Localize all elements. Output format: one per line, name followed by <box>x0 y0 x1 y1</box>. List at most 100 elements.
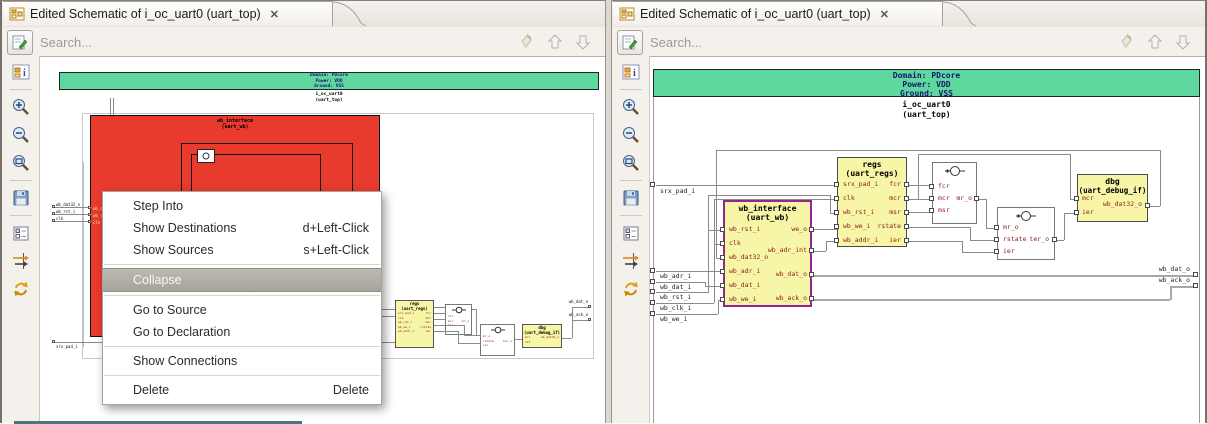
port-label: ier <box>889 236 901 244</box>
block-regs[interactable]: regs (uart_regs) <box>837 157 907 247</box>
refresh-icon <box>13 281 28 297</box>
wire <box>812 299 1170 301</box>
block-dbg-small[interactable]: dbg (uart_debug_if) mcr wb_dat32_o ier <box>522 324 562 348</box>
port-pin <box>650 268 655 273</box>
refresh-button[interactable] <box>9 277 33 301</box>
wire <box>708 195 709 293</box>
buffer-symbol-icon <box>202 152 210 160</box>
tab-bar: Edited Schematic of i_oc_uart0 (uart_top… <box>2 1 605 27</box>
save-button[interactable] <box>9 186 33 210</box>
zoom-fit-button[interactable] <box>9 151 33 175</box>
wire <box>826 241 827 251</box>
menu-item-show-destinations[interactable]: Show Destinations d+Left-Click <box>103 217 381 239</box>
save-icon <box>13 190 28 206</box>
wire <box>656 271 723 272</box>
wire <box>1160 150 1161 206</box>
wire <box>380 316 395 317</box>
port-pin <box>1074 196 1079 201</box>
port-pin <box>650 300 655 305</box>
schematic-tab-icon <box>619 7 635 21</box>
refresh-button[interactable] <box>619 277 643 301</box>
zoom-out-button[interactable] <box>619 123 643 147</box>
tab-edited-schematic[interactable]: Edited Schematic of i_oc_uart0 (uart_top… <box>3 1 333 26</box>
port-pin <box>809 227 814 232</box>
tab-close-icon[interactable]: ✕ <box>880 8 889 21</box>
port-pin <box>904 182 909 187</box>
clear-search-icon[interactable] <box>1115 32 1135 52</box>
schematic-toolbar: i <box>612 56 650 423</box>
port-pin <box>52 205 55 208</box>
tab-title: Edited Schematic of i_oc_uart0 (uart_top… <box>30 7 261 21</box>
menu-item-collapse[interactable]: Collapse <box>103 268 381 292</box>
red-port-label: clk <box>93 220 101 225</box>
symbol-block[interactable] <box>932 162 977 224</box>
wire <box>716 150 717 258</box>
annotate-button[interactable] <box>7 30 33 55</box>
wire <box>962 252 997 253</box>
port-label: we_o <box>791 225 807 233</box>
trace-signals-icon <box>12 253 29 269</box>
port-pin <box>88 213 91 216</box>
menu-item-step-into[interactable]: Step Into <box>103 195 381 217</box>
banner-ground: Ground: VSS <box>314 84 344 89</box>
zoom-fit-button[interactable] <box>619 151 643 175</box>
zoom-in-button[interactable] <box>619 95 643 119</box>
search-prev-icon[interactable] <box>545 32 565 52</box>
tab-edited-schematic[interactable]: Edited Schematic of i_oc_uart0 (uart_top… <box>613 1 943 26</box>
port-label: wb_adr_int <box>767 246 807 254</box>
properties-button[interactable]: i <box>9 60 33 84</box>
save-button[interactable] <box>619 186 643 210</box>
wire <box>708 195 830 196</box>
properties-icon: i <box>622 64 639 80</box>
wire <box>812 251 826 252</box>
options-button[interactable] <box>619 221 643 245</box>
schematic-canvas-right[interactable]: Domain: PDcore Power: VDD Ground: VSS i_… <box>650 56 1205 423</box>
wire <box>572 307 588 308</box>
trace-signals-button[interactable] <box>619 249 643 273</box>
menu-item-show-sources[interactable]: Show Sources s+Left-Click <box>103 239 381 261</box>
options-button[interactable] <box>9 221 33 245</box>
port-pin <box>809 248 814 253</box>
instance-type: (uart_top) <box>315 97 343 103</box>
search-prev-icon[interactable] <box>1145 32 1165 52</box>
toolbar-separator <box>619 180 642 181</box>
port-pin <box>834 238 839 243</box>
menu-item-go-to-source[interactable]: Go to Source <box>103 299 381 321</box>
wire <box>434 331 458 332</box>
port-label: rstate <box>877 222 901 230</box>
wire <box>434 325 464 326</box>
annotate-button[interactable] <box>617 30 643 55</box>
wire <box>918 154 1070 155</box>
zoom-out-button[interactable] <box>9 123 33 147</box>
wire <box>110 98 111 115</box>
port-pin <box>650 289 655 294</box>
port-pin <box>1052 237 1057 242</box>
pane-sash[interactable] <box>605 0 612 423</box>
clear-search-icon[interactable] <box>515 32 535 52</box>
port-pin <box>929 208 934 213</box>
tab-close-icon[interactable]: ✕ <box>270 8 279 21</box>
search-next-icon[interactable] <box>1173 32 1193 52</box>
wire <box>515 339 522 340</box>
menu-item-show-connections[interactable]: Show Connections <box>103 350 381 372</box>
search-input[interactable] <box>648 29 1012 55</box>
menu-separator <box>104 346 380 347</box>
menu-item-go-to-declaration[interactable]: Go to Declaration <box>103 321 381 343</box>
power-domain-banner: Domain: PDcore Power: VDD Ground: VSS <box>59 72 599 90</box>
wire <box>476 335 480 336</box>
zoom-in-button[interactable] <box>9 95 33 119</box>
search-next-icon[interactable] <box>573 32 593 52</box>
search-input[interactable] <box>38 29 402 55</box>
trace-signals-button[interactable] <box>9 249 33 273</box>
port-pin <box>588 305 591 308</box>
zoom-in-icon <box>12 99 29 115</box>
properties-button[interactable]: i <box>619 60 643 84</box>
symbol-block-small[interactable]: mr_o rstate ter_o ier <box>480 324 515 356</box>
wire <box>830 195 831 214</box>
wire <box>380 309 395 310</box>
port-pin <box>1074 210 1079 215</box>
menu-item-delete[interactable]: Delete Delete <box>103 379 381 401</box>
port-pin <box>904 238 909 243</box>
block-regs-small[interactable]: regs (uart_regs) srx_pad_i fcr clk mcr wb_r… <box>395 300 434 348</box>
edge-port-label: wb_adr_i <box>660 272 692 280</box>
